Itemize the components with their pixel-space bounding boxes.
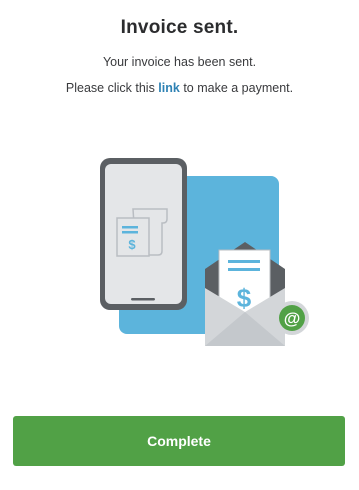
confirmation-message: Your invoice has been sent. [102,55,257,69]
email-at-icon: @ [275,301,309,335]
complete-button[interactable]: Complete [13,416,345,466]
payment-instruction-suffix: to make a payment. [179,81,294,95]
page-title: Invoice sent. [120,17,239,38]
payment-instruction: Please click this link to make a payment… [0,81,359,95]
invoice-sent-illustration: $ $ @ [100,158,309,346]
phone-dollar-sign: $ [128,237,136,252]
payment-link[interactable]: link [158,81,180,95]
email-at-symbol: @ [284,309,301,328]
payment-instruction-prefix: Please click this [65,81,159,95]
